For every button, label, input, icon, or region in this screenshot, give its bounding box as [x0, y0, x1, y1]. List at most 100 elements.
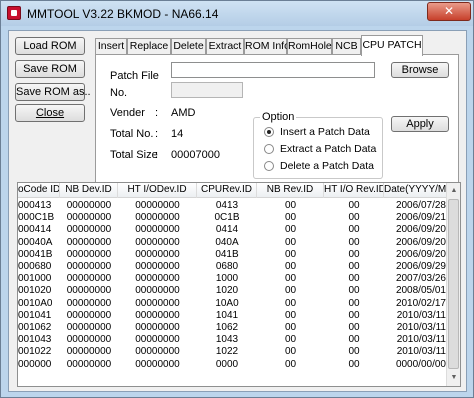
title-bar[interactable]: MMTOOL V3.22 BKMOD - NA66.14 ✕ [1, 1, 473, 26]
cell-nb-dev-id: 00000000 [66, 261, 112, 272]
close-button[interactable]: Close [15, 104, 85, 122]
apply-button[interactable]: Apply [391, 116, 449, 132]
tab-delete[interactable]: Delete [171, 38, 206, 55]
table-row[interactable]: 001062 00000000 00000000 1062 00 00 2010/03/11 [18, 322, 448, 334]
load-rom-button[interactable]: Load ROM [15, 37, 85, 55]
cell-ht-io-rev-id: 00 [348, 358, 360, 370]
cell-date: 2007/03/26 [395, 273, 446, 285]
cell-ht-io-dev-id: 00000000 [135, 322, 180, 333]
cell-nb-dev-id: 00000000 [66, 309, 112, 321]
patch-file-input[interactable] [171, 62, 375, 78]
cell-nb-rev-id: 00 [284, 322, 297, 333]
tab-rom-info[interactable]: ROM Info [244, 38, 290, 55]
col-ht-io-dev-id[interactable]: HT I/ODev.ID [118, 183, 197, 198]
cell-ht-io-dev-id: 00000000 [135, 236, 180, 248]
cell-cpu-rev-id: 1022 [215, 346, 239, 358]
cell-date: 2006/07/28 [395, 200, 446, 211]
delete-patch-radio[interactable] [264, 161, 274, 171]
cell-nb-dev-id: 00000000 [66, 358, 112, 370]
cell-cpucode-id: 001043 [18, 334, 52, 346]
table-row[interactable]: 00040A 00000000 00000000 040A 00 00 2006/09/20 [18, 237, 448, 249]
tab-romhole[interactable]: RomHole [287, 38, 332, 55]
patch-list[interactable]: oCode ID NB Dev.ID HT I/ODev.ID CPURev.I… [17, 182, 461, 387]
cell-date: 2010/03/11 [396, 322, 446, 333]
tab-cpu-patch[interactable]: CPU PATCH [361, 35, 423, 56]
col-nb-rev-id[interactable]: NB Rev.ID [257, 183, 324, 198]
cell-date: 2010/03/11 [396, 334, 446, 346]
table-row[interactable]: 000C1B 00000000 00000000 0C1B 00 00 2006/09/21 [18, 212, 448, 224]
cell-cpucode-id: 001062 [18, 322, 52, 333]
tab-ncb[interactable]: NCB [332, 38, 361, 55]
cell-nb-rev-id: 00 [284, 224, 297, 236]
cell-date: 2006/09/20 [395, 236, 446, 248]
cell-ht-io-rev-id: 00 [348, 261, 360, 272]
cell-cpu-rev-id: 10A0 [215, 297, 239, 309]
col-ht-io-rev-id[interactable]: HT I/O Rev.ID [324, 183, 384, 198]
cell-nb-rev-id: 00 [284, 261, 297, 272]
cell-ht-io-dev-id: 00000000 [135, 273, 180, 285]
cpu-patch-panel: Patch File No. Browse Apply Vender : AMD… [95, 54, 459, 184]
close-button-label: Close [35, 107, 65, 119]
scroll-up-icon[interactable]: ▲ [448, 184, 460, 198]
option-group-title: Option [260, 111, 297, 123]
app-icon [7, 6, 21, 20]
cell-cpucode-id: 000C1B [18, 212, 55, 224]
cell-cpucode-id: 000413 [18, 200, 52, 211]
total-no-colon: : [155, 128, 159, 140]
table-row[interactable]: 001043 00000000 00000000 1043 00 00 2010/03/11 [18, 334, 448, 346]
vender-colon: : [155, 107, 159, 119]
table-row[interactable]: 000413 00000000 00000000 0413 00 00 2006/07/28 [18, 200, 448, 212]
tab-extract[interactable]: Extract [206, 38, 244, 55]
insert-patch-radio[interactable] [264, 127, 274, 137]
patch-file-label: Patch File [110, 70, 159, 82]
window-title: MMTOOL V3.22 BKMOD - NA66.14 [27, 7, 219, 21]
table-row[interactable]: 000414 00000000 00000000 0414 00 00 2006/09/20 [18, 224, 448, 236]
cell-cpucode-id: 000000 [18, 358, 52, 370]
cell-cpucode-id: 001000 [18, 273, 52, 285]
list-header: oCode ID NB Dev.ID HT I/ODev.ID CPURev.I… [18, 183, 448, 198]
col-cpu-rev-id[interactable]: CPURev.ID [197, 183, 257, 198]
cell-ht-io-rev-id: 00 [348, 273, 360, 285]
save-rom-button[interactable]: Save ROM [15, 60, 85, 78]
cell-nb-rev-id: 00 [284, 309, 297, 321]
extract-patch-radio[interactable] [264, 144, 274, 154]
cell-cpucode-id: 00040A [18, 236, 53, 248]
cell-cpu-rev-id: 0000 [215, 358, 239, 370]
cell-ht-io-dev-id: 00000000 [135, 297, 180, 309]
insert-patch-label[interactable]: Insert a Patch Data [280, 126, 370, 138]
table-row[interactable]: 00041B 00000000 00000000 041B 00 00 2006/09/20 [18, 249, 448, 261]
cell-ht-io-dev-id: 00000000 [135, 285, 180, 297]
window-close-button[interactable]: ✕ [427, 2, 471, 21]
col-date[interactable]: Date(YYYY/MM/DD) [384, 183, 448, 198]
table-row[interactable]: 001041 00000000 00000000 1041 00 00 2010/03/11 [18, 310, 448, 322]
table-row[interactable]: 001022 00000000 00000000 1022 00 00 2010/03/11 [18, 346, 448, 358]
table-row[interactable]: 001000 00000000 00000000 1000 00 00 2007/03/26 [18, 273, 448, 285]
col-cpucode-id[interactable]: oCode ID [18, 183, 60, 198]
cell-nb-dev-id: 00000000 [66, 322, 112, 333]
save-rom-as-button[interactable]: Save ROM as.. [15, 83, 91, 101]
cell-cpucode-id: 000680 [18, 261, 52, 272]
table-row[interactable]: 000000 00000000 00000000 0000 00 00 0000/00/00 [18, 359, 448, 371]
tab-replace[interactable]: Replace [127, 38, 171, 55]
cell-date: 2006/09/21 [395, 212, 446, 224]
vender-label: Vender [110, 107, 145, 119]
table-row[interactable]: 001020 00000000 00000000 1020 00 00 2008/05/01 [18, 285, 448, 297]
total-no-value: 14 [171, 128, 184, 140]
scroll-down-icon[interactable]: ▼ [448, 371, 460, 385]
table-row[interactable]: 000680 00000000 00000000 0680 00 00 2006/09/29 [18, 261, 448, 273]
vertical-scrollbar[interactable]: ▲ ▼ [446, 183, 460, 386]
table-row[interactable]: 0010A0 00000000 00000000 10A0 00 00 2010/02/17 [18, 298, 448, 310]
cell-date: 2006/09/29 [395, 261, 446, 272]
extract-patch-label[interactable]: Extract a Patch Data [280, 143, 376, 155]
cell-ht-io-dev-id: 00000000 [135, 224, 180, 236]
cell-nb-dev-id: 00000000 [66, 297, 112, 309]
cell-date: 2010/03/11 [396, 309, 446, 321]
browse-button[interactable]: Browse [391, 62, 449, 78]
delete-patch-label[interactable]: Delete a Patch Data [280, 160, 374, 172]
cell-cpu-rev-id: 1043 [215, 334, 239, 346]
cell-date: 2010/02/17 [395, 297, 446, 309]
col-nb-dev-id[interactable]: NB Dev.ID [60, 183, 118, 198]
scroll-thumb[interactable] [448, 199, 459, 369]
cell-ht-io-rev-id: 00 [348, 309, 360, 321]
tab-insert[interactable]: Insert [95, 38, 127, 55]
